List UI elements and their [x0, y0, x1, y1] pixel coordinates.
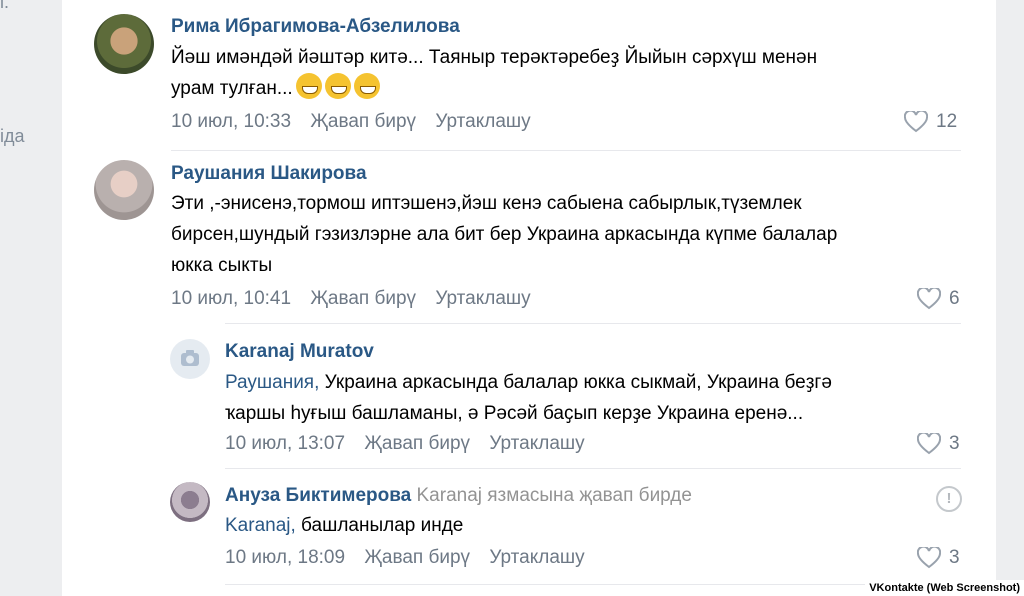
emoji-icon: [324, 73, 351, 99]
right-strip: [996, 0, 1024, 596]
share-button[interactable]: Уртаклашу: [435, 111, 530, 132]
heart-icon: [917, 288, 941, 310]
heart-icon: [917, 547, 941, 569]
comment-meta: 10 июл, 18:09 Җавап бирү Уртаклашу: [225, 547, 599, 569]
like-count: 6: [949, 288, 960, 309]
report-icon[interactable]: !: [936, 486, 962, 512]
share-button[interactable]: Уртаклашу: [435, 288, 530, 309]
share-button[interactable]: Уртаклашу: [489, 547, 584, 568]
comment-date[interactable]: 10 июл, 18:09: [225, 547, 345, 568]
comment-author[interactable]: Karanaj Muratov: [225, 341, 374, 363]
like-count: 3: [949, 547, 960, 568]
comment-meta: 10 июл, 13:07 Җавап бирү Уртаклашу: [225, 433, 599, 455]
comments-card: Рима Ибрагимова-Абзелилова Йәш имәндәй й…: [62, 0, 996, 596]
avatar[interactable]: [94, 14, 154, 74]
left-column: l. іда: [0, 0, 60, 596]
left-fragment-top: l.: [0, 0, 9, 12]
divider: [171, 150, 961, 151]
comment-text-line2: урам тулған...: [171, 73, 380, 104]
reply-button[interactable]: Җавап бирү: [364, 433, 470, 454]
like-count: 12: [936, 111, 958, 132]
camera-icon: [181, 350, 199, 366]
reply-button[interactable]: Җавап бирү: [310, 288, 416, 309]
avatar[interactable]: [170, 339, 210, 379]
reply-button[interactable]: Җавап бирү: [310, 111, 416, 132]
avatar[interactable]: [94, 160, 154, 220]
divider: [225, 584, 961, 585]
comment-text-line1: Karanaj, башланылар инде: [225, 515, 464, 536]
reply-button[interactable]: Җавап бирү: [364, 547, 470, 568]
reply-note[interactable]: Karanaj язмасына җавап бирде: [417, 485, 692, 506]
comment-meta: 10 июл, 10:41 Җавап бирү Уртаклашу: [171, 288, 545, 310]
like-count: 3: [949, 433, 960, 454]
watermark: VKontakte (Web Screenshot): [865, 580, 1024, 596]
like-button[interactable]: 3: [917, 433, 960, 455]
divider: [225, 468, 961, 469]
comment-text-line2: бирсен,шундый гэзизлэрне ала бит бер Укр…: [171, 224, 838, 245]
comment-text-line1: Раушания, Украина аркасында балалар юкка…: [225, 372, 832, 393]
mention-link[interactable]: Karanaj,: [225, 515, 296, 536]
share-button[interactable]: Уртаклашу: [489, 433, 584, 454]
like-button[interactable]: 12: [904, 111, 957, 133]
comment-text-line3: юкка сыкты: [171, 255, 273, 276]
divider: [225, 323, 961, 324]
comment-author[interactable]: Ануза Биктимерова Karanaj язмасына җавап…: [225, 485, 692, 507]
mention-link[interactable]: Раушания,: [225, 372, 319, 393]
heart-icon: [917, 433, 941, 455]
comment-author[interactable]: Раушания Шакирова: [171, 163, 367, 185]
emoji-icon: [295, 73, 322, 99]
comment-date[interactable]: 10 июл, 10:41: [171, 288, 291, 309]
comment-text-line2: ҡаршы һуғыш башламаны, ә Рәсәй баҫып кер…: [225, 403, 804, 424]
comment-text-line1: Эти ,-энисенэ,тормош иптэшенэ,йэш кенэ с…: [171, 193, 802, 214]
emoji-icon: [353, 73, 380, 99]
left-fragment-mid: іда: [0, 126, 25, 146]
comment-date[interactable]: 10 июл, 13:07: [225, 433, 345, 454]
comment-date[interactable]: 10 июл, 10:33: [171, 111, 291, 132]
like-button[interactable]: 6: [917, 288, 960, 310]
comment-author[interactable]: Рима Ибрагимова-Абзелилова: [171, 16, 460, 38]
comment-meta: 10 июл, 10:33 Җавап бирү Уртаклашу: [171, 111, 545, 133]
heart-icon: [904, 111, 928, 133]
comment-text-line1: Йәш имәндәй йәштәр китә... Таяныр терәкт…: [171, 47, 818, 68]
like-button[interactable]: 3: [917, 547, 960, 569]
avatar[interactable]: [170, 482, 210, 522]
